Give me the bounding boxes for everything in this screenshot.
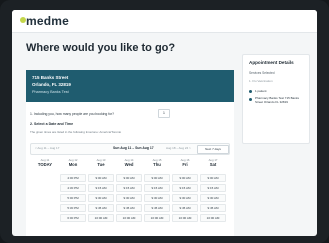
people-count-select[interactable]: 1 <box>158 109 170 118</box>
day-label: TODAY <box>37 162 53 167</box>
people-question: 1. Including you, how many people are yo… <box>30 112 115 116</box>
time-slot-button[interactable]: 9:15 AM <box>172 184 198 192</box>
pharmacy-name: Pharmacy Banks Test <box>32 90 69 94</box>
time-slot-button[interactable]: 9:15 AM <box>88 184 114 192</box>
time-slot-button[interactable]: 9:15 AM <box>144 184 170 192</box>
day-header[interactable]: Aug 11 TODAY <box>30 157 60 171</box>
pharmacy-address-line1: 715 Banks Street <box>32 75 69 80</box>
time-slot-button[interactable]: 9:00 AM <box>144 174 170 182</box>
time-slot-button[interactable]: 10:00 AM <box>200 214 226 222</box>
selected-location: Pharmacy Banks Test 715 Banks Street Orl… <box>255 96 299 104</box>
location-icon <box>249 98 252 101</box>
prev-week-link[interactable]: < Aug 11 – Aug 17 <box>35 146 59 150</box>
time-slot-button[interactable]: 9:30 AM <box>144 194 170 202</box>
day-label: Tue <box>97 162 105 167</box>
day-header[interactable]: Aug 16 Fri <box>170 157 200 171</box>
time-slot-button[interactable]: 9:45 AM <box>200 204 226 212</box>
day-label: Wed <box>124 162 134 167</box>
time-slot-button[interactable]: 9:15 AM <box>116 184 142 192</box>
time-slot-button[interactable]: 9:00 AM <box>200 174 226 182</box>
logo[interactable]: medme <box>26 14 69 28</box>
time-slot-button[interactable]: 9:30 AM <box>116 194 142 202</box>
top-bar: medme <box>12 10 317 33</box>
time-slot-button[interactable]: 5:30 PM <box>60 204 86 212</box>
page-title: Where would you like to go? <box>26 42 176 54</box>
time-slot-button[interactable]: 10:00 AM <box>116 214 142 222</box>
time-slot-button[interactable]: 9:15 AM <box>200 184 226 192</box>
selected-service: 1. Flu Vaccination <box>249 79 273 83</box>
pharmacy-address-line2: Orlando, FL 32819 <box>32 82 71 87</box>
details-title: Appointment Details <box>249 60 294 65</box>
pharmacy-card[interactable]: 715 Banks Street Orlando, FL 32819 Pharm… <box>26 70 234 102</box>
time-slot-button[interactable]: 9:45 AM <box>116 204 142 212</box>
time-slot-button[interactable]: 9:00 AM <box>116 174 142 182</box>
day-label: Sat <box>209 162 217 167</box>
date-range-bar: < Aug 11 – Aug 17 Sun Aug 11 – Sun Aug 1… <box>30 143 230 155</box>
app-screen: medme Where would you like to go? 715 Ba… <box>12 10 317 236</box>
day-label: Mon <box>68 162 78 167</box>
current-range: Sun Aug 11 – Sun Aug 17 <box>113 146 154 150</box>
time-slot-button[interactable]: 9:30 AM <box>172 194 198 202</box>
next-days-button[interactable]: Next 7 days <box>197 145 229 154</box>
time-slot-button[interactable]: 9:00 AM <box>88 174 114 182</box>
time-slot-button[interactable]: 9:30 AM <box>200 194 226 202</box>
day-header[interactable]: Aug 12 Mon <box>58 157 88 171</box>
day-header[interactable]: Aug 15 Thu <box>142 157 172 171</box>
time-slot-button[interactable]: 9:00 AM <box>172 174 198 182</box>
time-slot-button[interactable]: 10:00 AM <box>88 214 114 222</box>
time-slot-button[interactable]: 4:30 PM <box>60 184 86 192</box>
time-slot-button[interactable]: 9:30 AM <box>88 194 114 202</box>
time-slot-button[interactable]: 9:45 AM <box>172 204 198 212</box>
booking-panel: 1. Including you, how many people are yo… <box>26 102 234 236</box>
day-label: Thu <box>153 162 161 167</box>
day-header[interactable]: Aug 17 Sat <box>198 157 228 171</box>
day-label: Fri <box>182 162 188 167</box>
timezone-hint: The given times are listed in the follow… <box>30 130 122 134</box>
day-header[interactable]: Aug 14 Wed <box>114 157 144 171</box>
appointment-details-panel: Appointment Details Services Selected 1.… <box>242 54 310 144</box>
services-label: Services Selected <box>249 71 275 75</box>
next-week-link[interactable]: Aug 18 – Aug 24 > <box>166 146 191 150</box>
day-header-row: Aug 11 TODAY Aug 12 Mon Aug 13 Tue Aug 14 We… <box>30 157 228 171</box>
time-slot-button[interactable]: 10:00 AM <box>172 214 198 222</box>
time-slot-button[interactable]: 9:45 AM <box>144 204 170 212</box>
time-slot-button[interactable]: 10:00 AM <box>144 214 170 222</box>
date-time-heading: 2. Select a Date and Time <box>30 122 74 126</box>
time-slot-grid: 4:00 PM 9:00 AM 9:00 AM 9:00 AM 9:00 AM 9:00 … <box>30 174 228 234</box>
time-slot-button[interactable]: 9:45 AM <box>88 204 114 212</box>
day-header[interactable]: Aug 13 Tue <box>86 157 116 171</box>
person-icon <box>249 90 252 93</box>
time-slot-button[interactable]: 6:00 PM <box>60 214 86 222</box>
time-slot-button[interactable]: 4:00 PM <box>60 174 86 182</box>
patient-count: 1 patient <box>255 89 267 93</box>
time-slot-button[interactable]: 5:00 PM <box>60 194 86 202</box>
tablet-frame: medme Where would you like to go? 715 Ba… <box>0 0 329 243</box>
